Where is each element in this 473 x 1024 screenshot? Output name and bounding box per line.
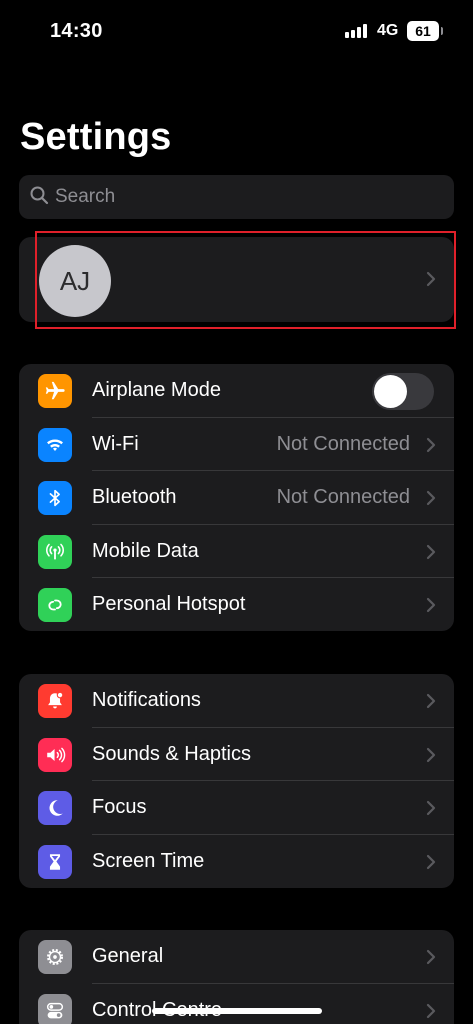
chevron-right-icon	[426, 693, 436, 709]
mobile-data-row[interactable]: Mobile Data	[19, 525, 454, 578]
row-label: Airplane Mode	[92, 379, 221, 402]
search-input[interactable]	[55, 186, 435, 208]
bell-icon	[38, 684, 72, 718]
chevron-right-icon	[426, 490, 436, 506]
bluetooth-row[interactable]: Bluetooth Not Connected	[19, 471, 454, 525]
row-value: Not Connected	[276, 432, 410, 455]
chevron-right-icon	[426, 271, 436, 287]
chevron-right-icon	[426, 544, 436, 560]
search-bar[interactable]	[19, 175, 454, 219]
notifications-group: Notifications Sounds & Haptics Focus Scr…	[19, 674, 454, 888]
page-title: Settings	[20, 116, 172, 158]
avatar: AJ	[39, 245, 111, 317]
moon-icon	[38, 791, 72, 825]
row-value: Not Connected	[276, 486, 410, 509]
chevron-right-icon	[426, 800, 436, 816]
row-label: Bluetooth	[92, 486, 177, 509]
status-time: 14:30	[50, 20, 103, 42]
control-centre-row[interactable]: Control Centre	[19, 984, 454, 1024]
notifications-row[interactable]: Notifications	[19, 674, 454, 728]
antenna-icon	[38, 534, 72, 569]
general-row[interactable]: General	[19, 930, 454, 984]
airplane-mode-toggle[interactable]	[372, 373, 434, 410]
search-icon	[29, 185, 49, 210]
focus-row[interactable]: Focus	[19, 781, 454, 835]
row-label: Personal Hotspot	[92, 593, 246, 616]
connectivity-group: Airplane Mode Wi-Fi Not Connected Blueto…	[19, 364, 454, 631]
home-indicator[interactable]	[152, 1008, 322, 1014]
hourglass-icon	[38, 844, 72, 879]
row-label: Mobile Data	[92, 539, 199, 562]
speaker-icon	[38, 737, 72, 772]
bluetooth-icon	[38, 481, 72, 515]
status-bar: 14:30 4G 61	[0, 0, 473, 64]
row-label: Sounds & Haptics	[92, 742, 251, 765]
chevron-right-icon	[426, 1003, 436, 1019]
chevron-right-icon	[426, 949, 436, 965]
avatar-initials: AJ	[59, 265, 91, 296]
hotspot-icon	[38, 588, 72, 622]
apple-account-row[interactable]: AJ	[19, 237, 454, 322]
chevron-right-icon	[426, 854, 436, 870]
chevron-right-icon	[426, 437, 436, 453]
network-type: 4G	[377, 22, 399, 39]
sounds-haptics-row[interactable]: Sounds & Haptics	[19, 728, 454, 781]
toggles-icon	[38, 993, 72, 1024]
row-label: Wi-Fi	[92, 432, 139, 455]
personal-hotspot-row[interactable]: Personal Hotspot	[19, 578, 454, 631]
row-label: Screen Time	[92, 849, 205, 872]
airplane-mode-row[interactable]: Airplane Mode	[19, 364, 454, 418]
gear-icon	[38, 940, 72, 974]
wifi-icon	[38, 427, 72, 462]
battery-level: 61	[415, 23, 431, 39]
cellular-signal-icon	[345, 24, 367, 38]
row-label: Focus	[92, 796, 147, 819]
row-label: General	[92, 945, 164, 968]
row-label: Notifications	[92, 689, 201, 712]
wifi-row[interactable]: Wi-Fi Not Connected	[19, 418, 454, 471]
battery-icon: 61	[407, 21, 443, 41]
airplane-icon	[38, 374, 72, 408]
chevron-right-icon	[426, 597, 436, 613]
screen-time-row[interactable]: Screen Time	[19, 835, 454, 889]
chevron-right-icon	[426, 747, 436, 763]
